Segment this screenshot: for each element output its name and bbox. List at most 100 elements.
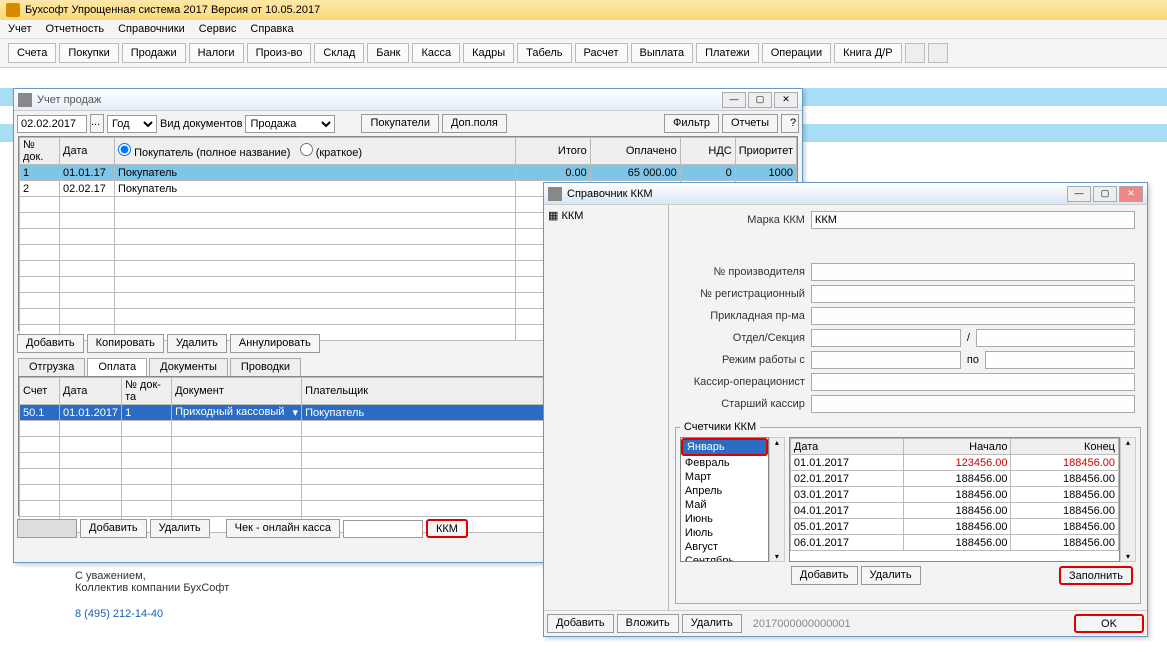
delete-button[interactable]: Удалить — [167, 334, 227, 353]
tb-sales[interactable]: Продажи — [122, 43, 186, 63]
tb-extra-icon-1[interactable] — [905, 43, 925, 63]
list-item[interactable]: Июнь — [681, 512, 768, 526]
kkm-attach-button[interactable]: Вложить — [617, 614, 679, 633]
table-row[interactable]: 05.01.2017188456.00188456.00 — [790, 519, 1118, 535]
reports-button[interactable]: Отчеты — [722, 114, 778, 133]
months-listbox[interactable]: Январь Февраль Март Апрель Май Июнь Июль… — [680, 437, 769, 562]
counters-scrollbar[interactable] — [1120, 437, 1136, 562]
date-input[interactable] — [17, 115, 87, 133]
list-item[interactable]: Май — [681, 498, 768, 512]
check-field[interactable] — [343, 520, 423, 538]
table-row[interactable]: 04.01.2017188456.00188456.00 — [790, 503, 1118, 519]
list-item[interactable]: Июль — [681, 526, 768, 540]
cashier-input[interactable] — [811, 373, 1135, 391]
menu-item[interactable]: Сервис — [199, 23, 237, 35]
filter-button[interactable]: Фильтр — [664, 114, 719, 133]
buyers-button[interactable]: Покупатели — [361, 114, 439, 133]
col-total[interactable]: Итого — [515, 138, 590, 165]
maximize-button[interactable]: ▢ — [748, 92, 772, 108]
kkm-titlebar[interactable]: Справочник ККМ — ▢ ✕ — [544, 183, 1147, 205]
tb-taxes[interactable]: Налоги — [189, 43, 244, 63]
tab-documents[interactable]: Документы — [149, 358, 228, 376]
col-docnum[interactable]: № док-та — [122, 378, 172, 405]
tb-operations[interactable]: Операции — [762, 43, 831, 63]
kkm-button[interactable]: ККМ — [426, 519, 468, 538]
col-start[interactable]: Начало — [904, 439, 1011, 455]
add-button[interactable]: Добавить — [17, 334, 84, 353]
date-picker-button[interactable]: ... — [90, 114, 104, 133]
close-button[interactable]: ✕ — [1119, 186, 1143, 202]
ok-button[interactable]: OK — [1074, 614, 1144, 633]
list-item[interactable]: Февраль — [681, 456, 768, 470]
col-vat[interactable]: НДС — [680, 138, 735, 165]
col-pdate[interactable]: Дата — [60, 378, 122, 405]
ct-add-button[interactable]: Добавить — [791, 566, 858, 585]
col-buyer[interactable]: Покупатель (полное название) (краткое) — [115, 138, 516, 165]
copy-button[interactable]: Копировать — [87, 334, 164, 353]
sales-titlebar[interactable]: Учет продаж — ▢ ✕ — [14, 89, 802, 111]
senior-input[interactable] — [811, 395, 1135, 413]
ct-del-button[interactable]: Удалить — [861, 566, 921, 585]
table-row[interactable]: 03.01.2017188456.00188456.00 — [790, 487, 1118, 503]
annul-button[interactable]: Аннулировать — [230, 334, 320, 353]
col-doc[interactable]: Документ — [172, 378, 302, 405]
tb-extra-icon-2[interactable] — [928, 43, 948, 63]
pay-add-button[interactable]: Добавить — [80, 519, 147, 538]
menu-item[interactable]: Учет — [8, 23, 32, 35]
list-item[interactable]: Апрель — [681, 484, 768, 498]
col-num[interactable]: № док. — [20, 138, 60, 165]
col-date[interactable]: Дата — [60, 138, 115, 165]
tb-timesheet[interactable]: Табель — [517, 43, 571, 63]
minimize-button[interactable]: — — [722, 92, 746, 108]
pay-del-button[interactable]: Удалить — [150, 519, 210, 538]
doc-type-select[interactable]: Продажа — [245, 115, 335, 133]
close-button[interactable]: ✕ — [774, 92, 798, 108]
extra-fields-button[interactable]: Доп.поля — [442, 114, 507, 133]
online-check-button[interactable]: Чек - онлайн касса — [226, 519, 340, 538]
tab-payment[interactable]: Оплата — [87, 358, 147, 376]
tb-production[interactable]: Произ-во — [247, 43, 312, 63]
radio-short[interactable] — [300, 143, 313, 156]
tb-hr[interactable]: Кадры — [463, 43, 514, 63]
tb-payout[interactable]: Выплата — [631, 43, 694, 63]
kkm-del-button[interactable]: Удалить — [682, 614, 742, 633]
fill-button[interactable]: Заполнить — [1059, 566, 1133, 585]
menu-item[interactable]: Справка — [250, 23, 293, 35]
col-end[interactable]: Конец — [1011, 439, 1119, 455]
table-row[interactable]: 02.01.2017188456.00188456.00 — [790, 471, 1118, 487]
col-acc[interactable]: Счет — [20, 378, 60, 405]
table-row[interactable]: 06.01.2017188456.00188456.00 — [790, 535, 1118, 551]
mode-to-input[interactable] — [985, 351, 1135, 369]
dept-input[interactable] — [811, 329, 961, 347]
minimize-button[interactable]: — — [1067, 186, 1091, 202]
manuf-input[interactable] — [811, 263, 1135, 281]
tab-postings[interactable]: Проводки — [230, 358, 301, 376]
tb-stock[interactable]: Склад — [314, 43, 364, 63]
kkm-add-button[interactable]: Добавить — [547, 614, 614, 633]
nav-button[interactable] — [17, 519, 77, 538]
help-button[interactable]: ? — [781, 114, 799, 133]
radio-full[interactable] — [118, 143, 131, 156]
col-priority[interactable]: Приоритет — [735, 138, 796, 165]
table-row[interactable]: 101.01.17Покупатель 0.0065 000.0001000 — [20, 165, 797, 181]
list-item[interactable]: Август — [681, 540, 768, 554]
list-item[interactable]: Январь — [681, 438, 768, 456]
tb-bank[interactable]: Банк — [367, 43, 409, 63]
maximize-button[interactable]: ▢ — [1093, 186, 1117, 202]
tb-book[interactable]: Книга Д/Р — [834, 43, 901, 63]
col-cdate[interactable]: Дата — [790, 439, 903, 455]
period-select[interactable]: Год — [107, 115, 157, 133]
tb-calc[interactable]: Расчет — [575, 43, 628, 63]
menu-item[interactable]: Отчетность — [46, 23, 105, 35]
tree-root[interactable]: ▦ ККМ — [548, 209, 664, 222]
tb-purchases[interactable]: Покупки — [59, 43, 118, 63]
table-row[interactable]: 01.01.2017123456.00188456.00 — [790, 455, 1118, 471]
brand-input[interactable] — [811, 211, 1135, 229]
reg-input[interactable] — [811, 285, 1135, 303]
tb-payments[interactable]: Платежи — [696, 43, 759, 63]
list-item[interactable]: Март — [681, 470, 768, 484]
section-input[interactable] — [976, 329, 1135, 347]
tb-cash[interactable]: Касса — [412, 43, 460, 63]
soft-input[interactable] — [811, 307, 1135, 325]
mode-from-input[interactable] — [811, 351, 961, 369]
